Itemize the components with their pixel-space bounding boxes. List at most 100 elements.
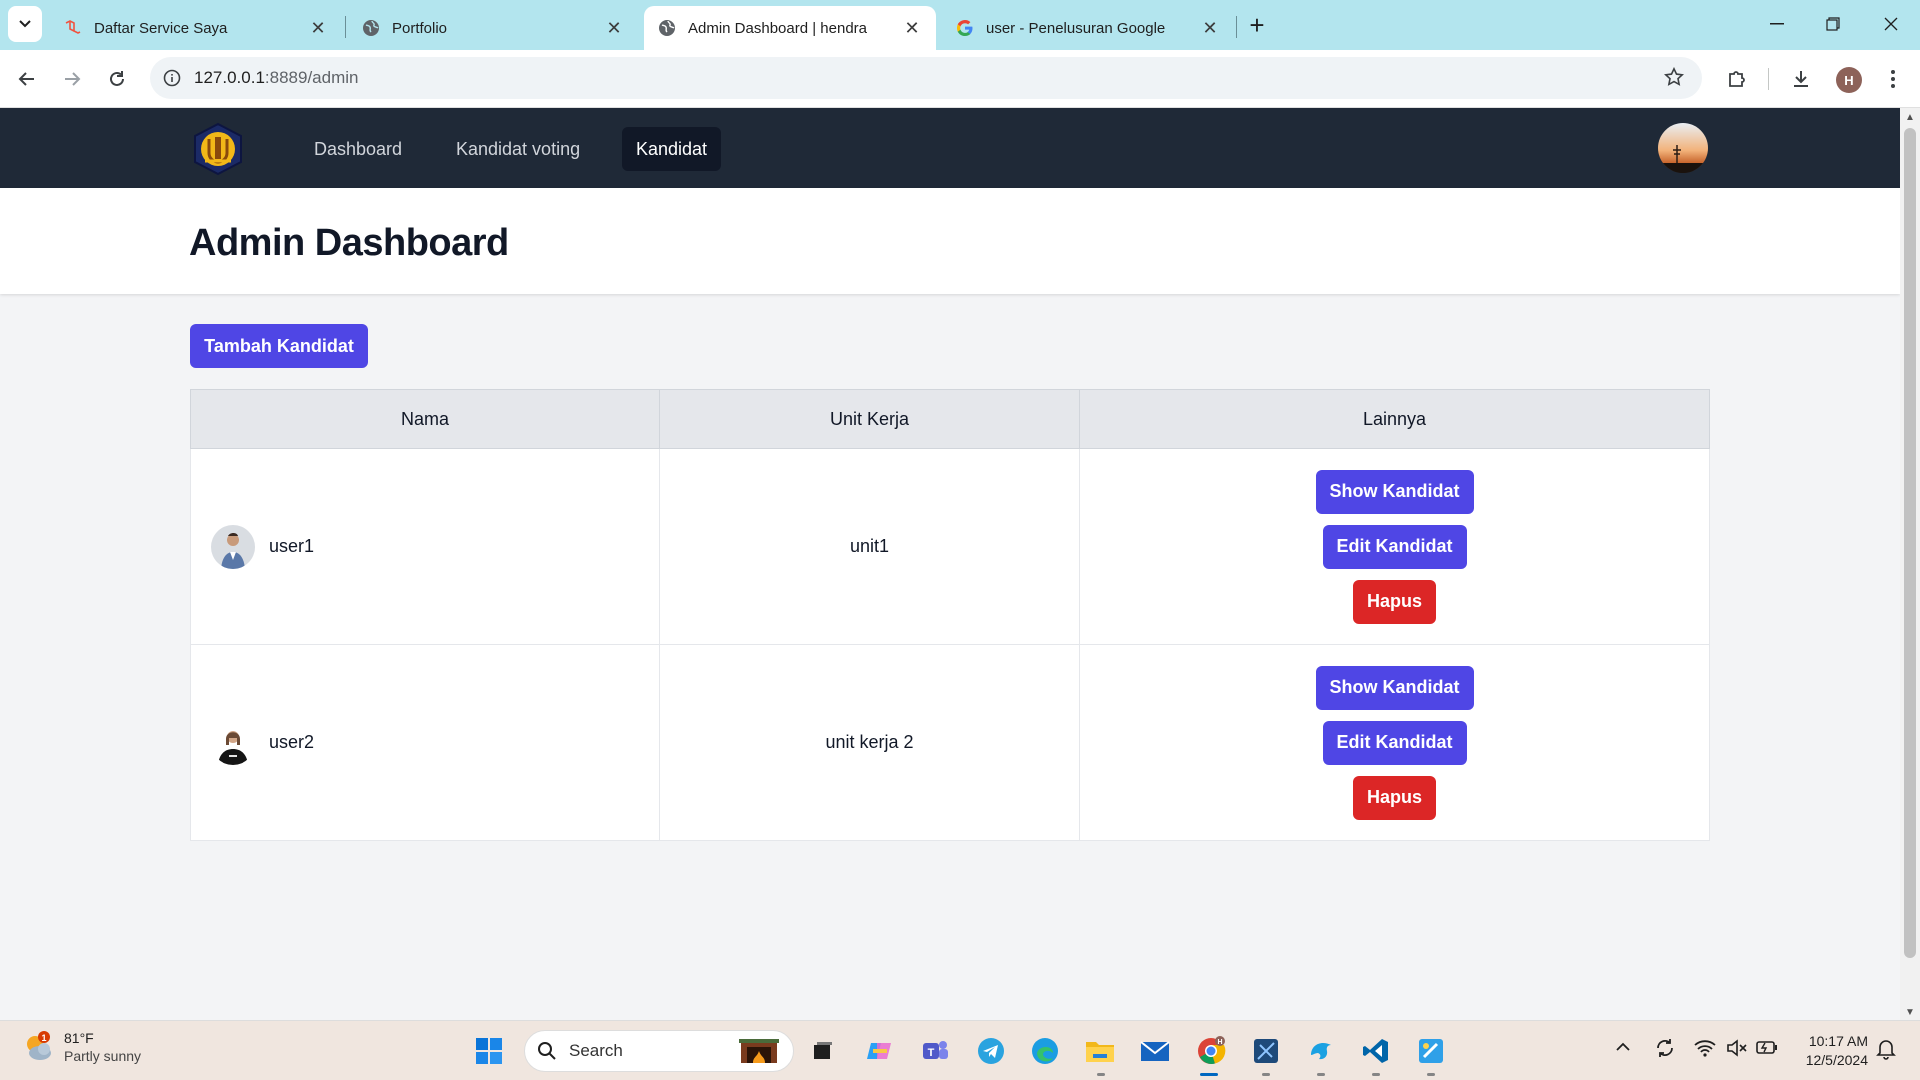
url-path: :8889/admin: [264, 68, 359, 87]
wifi-icon[interactable]: [1694, 1039, 1716, 1062]
kandidat-name: user2: [269, 732, 315, 752]
scroll-up-arrow-icon[interactable]: ▲: [1905, 112, 1915, 123]
column-header-lainnya: Lainnya: [1079, 389, 1710, 449]
tab-title: Portfolio: [392, 19, 448, 37]
close-icon[interactable]: ✕: [902, 18, 922, 39]
weather-badge: 1: [41, 1033, 46, 1043]
teams-icon: T: [923, 1041, 948, 1059]
vscode-button[interactable]: [1359, 1034, 1393, 1068]
tab-daftar-service[interactable]: Daftar Service Saya ✕: [50, 6, 342, 50]
telegram-button[interactable]: [974, 1034, 1008, 1068]
minimize-button[interactable]: [1752, 8, 1802, 40]
globe-icon: [362, 19, 380, 37]
weather-condition: Partly sunny: [64, 1048, 142, 1064]
chevron-down-icon: [19, 20, 31, 28]
copilot-icon: [867, 1043, 891, 1059]
mail-icon: [1140, 1041, 1170, 1061]
restore-button[interactable]: [1808, 8, 1858, 40]
chevron-up-icon[interactable]: [1616, 1039, 1630, 1057]
new-tab-button[interactable]: +: [1242, 10, 1272, 40]
tab-search-button[interactable]: [8, 6, 42, 42]
delete-kandidat-button[interactable]: Hapus: [1352, 579, 1436, 624]
reload-icon: [110, 71, 124, 86]
snipping-button[interactable]: [1249, 1034, 1283, 1068]
bookmark-star-icon[interactable]: [1663, 66, 1685, 92]
telegram-icon: [978, 1038, 1004, 1064]
volume-muted-icon[interactable]: [1726, 1039, 1748, 1062]
vscode-icon: [1363, 1039, 1388, 1063]
running-indicator: [1317, 1073, 1325, 1076]
tab-portfolio[interactable]: Portfolio ✕: [348, 6, 638, 50]
sync-icon[interactable]: [1654, 1037, 1676, 1064]
battery-icon[interactable]: [1756, 1039, 1778, 1060]
delete-kandidat-button[interactable]: Hapus: [1352, 775, 1436, 820]
toolbar-divider: [1768, 68, 1769, 90]
show-kandidat-button[interactable]: Show Kandidat: [1315, 665, 1474, 710]
reload-button[interactable]: [100, 62, 134, 96]
profile-avatar[interactable]: H: [1836, 67, 1862, 93]
back-button[interactable]: [10, 62, 44, 96]
edge-icon: [1032, 1038, 1058, 1064]
scrollbar-thumb[interactable]: [1904, 128, 1916, 958]
weather-widget[interactable]: 1 81°F Partly sunny: [22, 1029, 141, 1065]
active-indicator: [1200, 1073, 1218, 1076]
close-icon[interactable]: ✕: [308, 18, 328, 39]
nav-kandidat[interactable]: Kandidat: [622, 127, 722, 171]
kandidat-table: Nama Unit Kerja Lainnya user1 unit1 Show…: [190, 389, 1710, 841]
tab-divider: [345, 16, 346, 38]
table-header-row: Nama Unit Kerja Lainnya: [190, 389, 1710, 449]
edge-button[interactable]: [1028, 1034, 1062, 1068]
taskbar-search[interactable]: Search: [524, 1030, 794, 1072]
close-icon[interactable]: ✕: [604, 18, 624, 39]
unit-cell: unit kerja 2: [659, 644, 1080, 841]
arrow-right-icon: [65, 72, 81, 86]
page-scrollbar[interactable]: ▲ ▼: [1900, 108, 1920, 1020]
add-kandidat-button[interactable]: Tambah Kandidat: [190, 324, 368, 368]
page-title: Admin Dashboard: [189, 222, 509, 264]
chrome-button[interactable]: H: [1194, 1034, 1228, 1068]
laravel-icon: [64, 19, 82, 37]
mail-button[interactable]: [1138, 1034, 1172, 1068]
start-button[interactable]: [472, 1034, 506, 1068]
kemenkeu-logo-icon[interactable]: [190, 121, 246, 177]
file-explorer-button[interactable]: [1083, 1034, 1117, 1068]
teams-button[interactable]: T: [918, 1034, 952, 1068]
avatar: [211, 720, 255, 765]
running-indicator: [1427, 1073, 1435, 1076]
browser-menu-button[interactable]: [1876, 62, 1910, 96]
edit-kandidat-button[interactable]: Edit Kandidat: [1322, 720, 1467, 765]
running-indicator: [1097, 1073, 1105, 1076]
downloads-button[interactable]: [1784, 62, 1818, 96]
close-icon[interactable]: ✕: [1200, 18, 1220, 39]
paint-icon: [1419, 1039, 1443, 1063]
tab-admin-dashboard[interactable]: Admin Dashboard | hendra ✕: [644, 6, 936, 50]
actions-cell: Show Kandidat Edit Kandidat Hapus: [1079, 448, 1710, 645]
folder-icon: [1086, 1042, 1114, 1062]
task-view-button[interactable]: [806, 1034, 840, 1068]
close-window-button[interactable]: [1866, 8, 1916, 40]
actions-cell: Show Kandidat Edit Kandidat Hapus: [1079, 644, 1710, 841]
copilot-button[interactable]: [862, 1034, 896, 1068]
app-dolphin-button[interactable]: [1304, 1034, 1338, 1068]
partly-sunny-icon: 1: [27, 1031, 51, 1060]
edit-kandidat-button[interactable]: Edit Kandidat: [1322, 524, 1467, 569]
kandidat-name: user1: [269, 536, 315, 556]
user-avatar[interactable]: [1658, 123, 1708, 173]
running-indicator: [1372, 1073, 1380, 1076]
restore-icon: [1826, 17, 1840, 31]
scroll-down-arrow-icon[interactable]: ▼: [1905, 1007, 1915, 1018]
nav-dashboard[interactable]: Dashboard: [300, 127, 416, 171]
tab-title: Admin Dashboard | hendra: [688, 19, 868, 37]
search-icon: [538, 1042, 556, 1060]
site-info-icon[interactable]: [150, 69, 194, 87]
extensions-button[interactable]: [1720, 62, 1754, 96]
notification-icon[interactable]: [1876, 1038, 1896, 1065]
column-header-nama: Nama: [190, 389, 660, 449]
paint-button[interactable]: [1414, 1034, 1448, 1068]
nav-kandidat-voting[interactable]: Kandidat voting: [442, 127, 594, 171]
system-clock[interactable]: 10:17 AM 12/5/2024: [1782, 1032, 1868, 1070]
address-bar[interactable]: 127.0.0.1:8889/admin: [150, 57, 1702, 99]
forward-button[interactable]: [55, 62, 89, 96]
tab-google-search[interactable]: user - Penelusuran Google ✕: [942, 6, 1234, 50]
show-kandidat-button[interactable]: Show Kandidat: [1315, 469, 1474, 514]
